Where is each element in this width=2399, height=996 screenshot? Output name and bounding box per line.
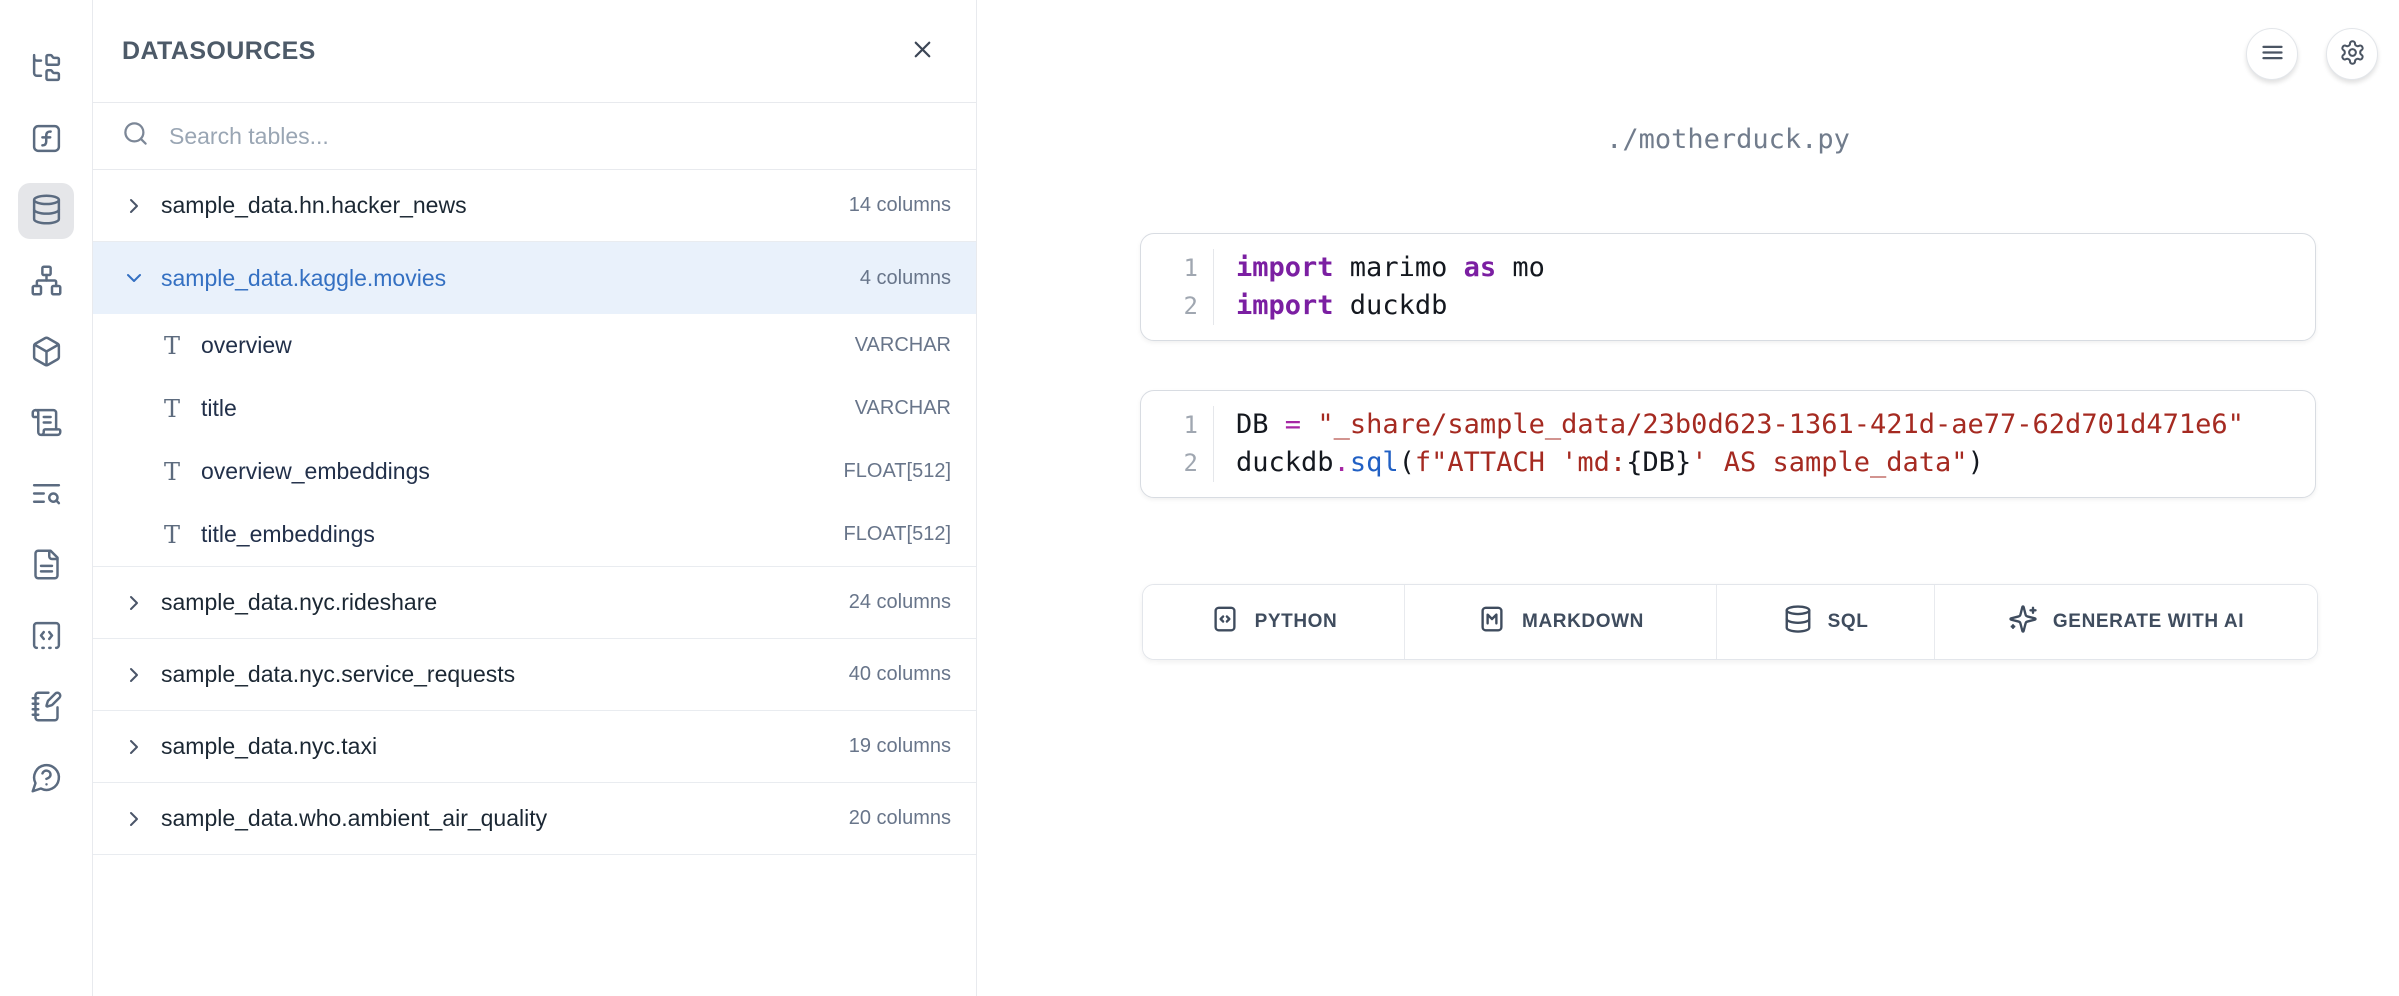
line-numbers: 12 [1141, 249, 1214, 325]
button-label: MARKDOWN [1522, 611, 1644, 633]
column-name: title [201, 395, 237, 422]
gear-icon [2339, 39, 2366, 69]
table-row-nyc-service-requests[interactable]: sample_data.nyc.service_requests 40 colu… [93, 639, 976, 711]
panel-tab-packages[interactable] [18, 325, 74, 381]
chevron-right-icon [122, 194, 146, 218]
notebook-area: ./motherduck.py 12 import marimo as moim… [977, 0, 2399, 996]
chevron-down-icon [122, 266, 146, 290]
panel-tab-variables[interactable] [18, 112, 74, 168]
button-label: SQL [1828, 611, 1869, 633]
panel-tab-documentation[interactable] [18, 538, 74, 594]
button-label: GENERATE WITH AI [2053, 611, 2244, 633]
column-name: title_embeddings [201, 521, 375, 548]
column-type: FLOAT[512] [844, 523, 951, 546]
square-code-icon [1210, 604, 1240, 640]
table-column-count: 19 columns [849, 735, 951, 758]
scratchpad-icon [30, 690, 63, 726]
column-row-overview[interactable]: T overview VARCHAR [93, 314, 976, 377]
document-icon [30, 548, 63, 584]
chevron-right-icon [122, 735, 146, 759]
column-row-title-embeddings[interactable]: T title_embeddings FLOAT[512] [93, 503, 976, 566]
button-label: PYTHON [1255, 611, 1338, 633]
column-row-overview-embeddings[interactable]: T overview_embeddings FLOAT[512] [93, 440, 976, 503]
panel-tab-scratchpad[interactable] [18, 680, 74, 736]
table-column-count: 4 columns [860, 267, 951, 290]
text-type-icon: T [159, 521, 185, 549]
chevron-right-icon [122, 807, 146, 831]
table-row-kaggle-movies[interactable]: sample_data.kaggle.movies 4 columns [93, 242, 976, 314]
markdown-icon [1477, 604, 1507, 640]
table-name: sample_data.kaggle.movies [161, 265, 446, 292]
panel-tab-file-explorer[interactable] [18, 41, 74, 97]
panel-tab-logs[interactable] [18, 396, 74, 452]
add-sql-cell-button[interactable]: SQL [1717, 585, 1935, 659]
text-type-icon: T [159, 458, 185, 486]
table-column-count: 40 columns [849, 663, 951, 686]
table-row-nyc-rideshare[interactable]: sample_data.nyc.rideshare 24 columns [93, 567, 976, 639]
database-icon [30, 193, 63, 229]
package-icon [30, 335, 63, 371]
column-type: VARCHAR [855, 397, 951, 420]
code-cell-attach-db[interactable]: 12 DB = "_share/sample_data/23b0d623-136… [1140, 390, 2316, 498]
close-icon [909, 36, 936, 66]
panel-tab-rail [0, 0, 93, 996]
table-search-row [93, 103, 976, 170]
table-name: sample_data.nyc.service_requests [161, 661, 515, 688]
table-row-who-ambient-air-quality[interactable]: sample_data.who.ambient_air_quality 20 c… [93, 783, 976, 855]
file-tree-icon [30, 51, 63, 87]
settings-button[interactable] [2326, 28, 2378, 80]
code-snippet-icon [30, 619, 63, 655]
text-type-icon: T [159, 332, 185, 360]
close-panel-button[interactable] [909, 36, 936, 66]
notebook-actions [2246, 28, 2378, 80]
column-name: overview_embeddings [201, 458, 430, 485]
dependency-graph-icon [30, 264, 63, 300]
table-name: sample_data.who.ambient_air_quality [161, 805, 547, 832]
database-icon [1783, 604, 1813, 640]
notebook-filename[interactable]: ./motherduck.py [1140, 124, 2316, 155]
panel-tab-dependencies[interactable] [18, 254, 74, 310]
code-cell-imports[interactable]: 12 import marimo as moimport duckdb [1140, 233, 2316, 341]
help-chat-icon [30, 761, 63, 797]
panel-tab-chat[interactable] [18, 751, 74, 807]
scroll-logs-icon [30, 406, 63, 442]
panel-header: DATASOURCES [93, 0, 976, 103]
table-column-count: 20 columns [849, 807, 951, 830]
function-square-icon [30, 122, 63, 158]
search-icon [122, 120, 149, 152]
panel-tab-datasources[interactable] [18, 183, 74, 239]
table-name: sample_data.nyc.taxi [161, 733, 377, 760]
text-type-icon: T [159, 395, 185, 423]
add-python-cell-button[interactable]: PYTHON [1143, 585, 1405, 659]
column-type: VARCHAR [855, 334, 951, 357]
add-cell-toolbar: PYTHON MARKDOWN SQL GENERATE WITH AI [1142, 584, 2318, 660]
text-search-icon [30, 477, 63, 513]
panel-tab-tracebacks[interactable] [18, 467, 74, 523]
table-row-nyc-taxi[interactable]: sample_data.nyc.taxi 19 columns [93, 711, 976, 783]
table-row-hacker-news[interactable]: sample_data.hn.hacker_news 14 columns [93, 170, 976, 242]
table-name: sample_data.nyc.rideshare [161, 589, 437, 616]
table-column-count: 24 columns [849, 591, 951, 614]
column-name: overview [201, 332, 292, 359]
generate-with-ai-button[interactable]: GENERATE WITH AI [1935, 585, 2317, 659]
hamburger-menu-icon [2259, 39, 2286, 69]
column-row-title[interactable]: T title VARCHAR [93, 377, 976, 440]
line-numbers: 12 [1141, 406, 1214, 482]
code-lines: DB = "_share/sample_data/23b0d623-1361-4… [1214, 406, 2244, 482]
code-lines: import marimo as moimport duckdb [1214, 249, 1545, 325]
table-columns-list: T overview VARCHAR T title VARCHAR T ove… [93, 314, 976, 567]
sparkles-icon [2008, 604, 2038, 640]
table-name: sample_data.hn.hacker_news [161, 192, 467, 219]
column-type: FLOAT[512] [844, 460, 951, 483]
panel-title: DATASOURCES [122, 37, 316, 66]
search-input[interactable] [169, 123, 947, 150]
table-column-count: 14 columns [849, 194, 951, 217]
chevron-right-icon [122, 663, 146, 687]
datasources-panel: DATASOURCES sample_data.hn.hacker_news 1… [93, 0, 977, 996]
add-markdown-cell-button[interactable]: MARKDOWN [1405, 585, 1717, 659]
chevron-right-icon [122, 591, 146, 615]
notebook-menu-button[interactable] [2246, 28, 2298, 80]
panel-tab-snippets[interactable] [18, 609, 74, 665]
